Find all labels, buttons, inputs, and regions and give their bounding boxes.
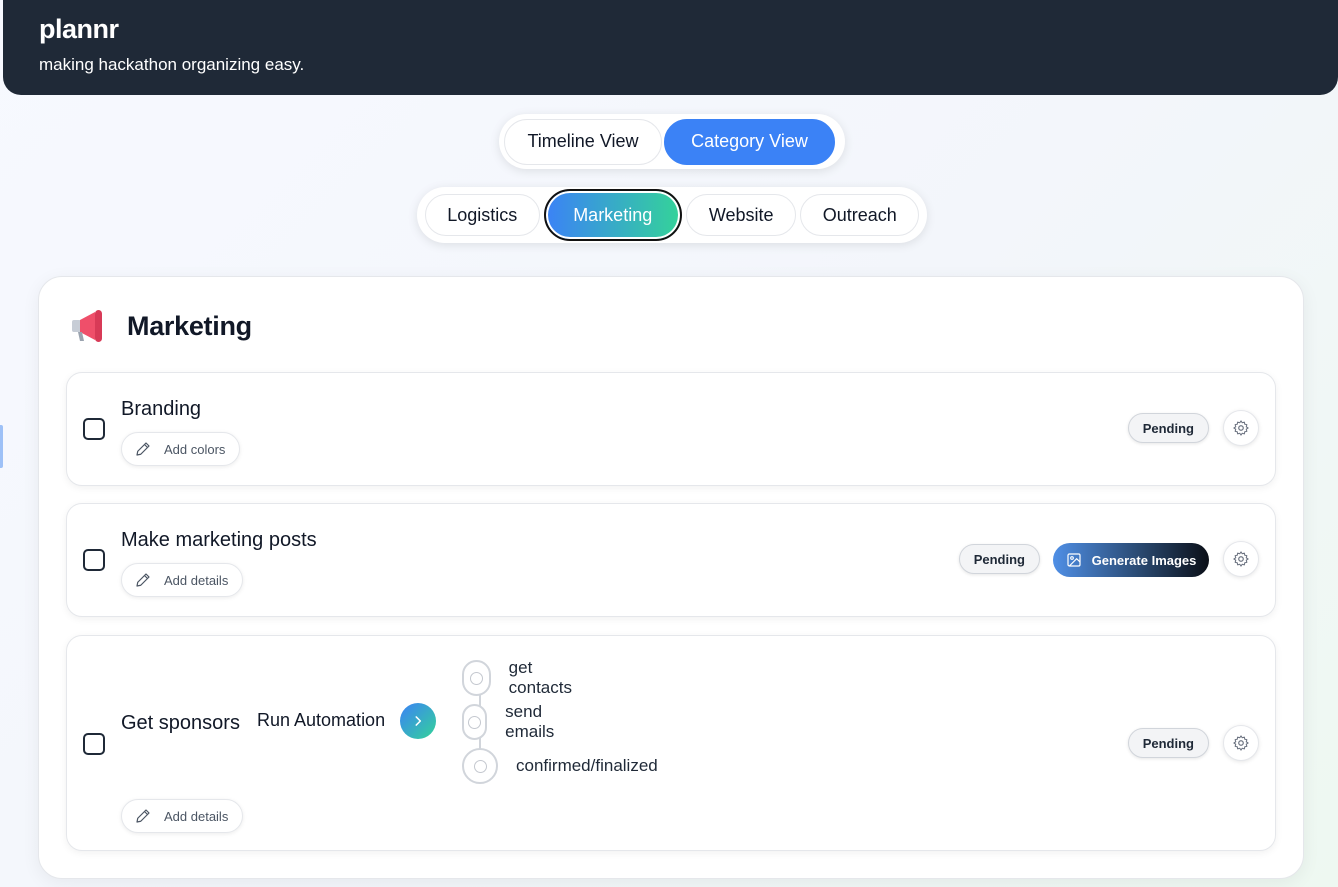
run-automation-label: Run Automation <box>257 710 386 730</box>
add-details-label: Add details <box>164 808 229 824</box>
step-status-icon[interactable] <box>462 704 488 740</box>
edge-accent <box>0 425 3 468</box>
task-title: Get sponsors <box>121 712 240 734</box>
task-title: Branding <box>121 398 202 420</box>
task-row: Make marketing posts Add details Pending… <box>66 503 1276 617</box>
add-colors-label: Add colors <box>164 441 226 457</box>
settings-button[interactable] <box>1223 725 1259 761</box>
section-header: Marketing <box>69 307 252 345</box>
app-header: plannr making hackathon organizing easy. <box>3 0 1338 95</box>
status-badge: Pending <box>1127 728 1209 758</box>
task-checkbox[interactable] <box>83 549 105 571</box>
tab-logistics[interactable]: Logistics <box>425 194 540 236</box>
status-badge: Pending <box>958 544 1040 574</box>
image-icon <box>1067 553 1081 567</box>
category-view-button[interactable]: Category View <box>664 118 835 165</box>
settings-button[interactable] <box>1223 410 1259 446</box>
task-row: Get sponsors Run Automation get contacts… <box>66 635 1276 851</box>
add-details-button[interactable]: Add details <box>121 799 244 833</box>
step-label: send emails <box>505 702 555 741</box>
gear-icon <box>1233 420 1249 436</box>
generate-images-label: Generate Images <box>1091 552 1197 568</box>
brand-logo: plannr <box>39 14 119 44</box>
view-toggle: Timeline View Category View <box>499 114 845 169</box>
pencil-icon <box>136 809 150 823</box>
pencil-icon <box>136 573 150 587</box>
category-tabs: Logistics Marketing Website Outreach <box>417 187 927 243</box>
tagline: making hackathon organizing easy. <box>39 55 305 74</box>
step-item: send emails <box>462 702 565 742</box>
task-row: Branding Add colors Pending <box>66 372 1276 486</box>
settings-button[interactable] <box>1223 541 1259 577</box>
step-item: confirmed/finalized <box>462 748 658 784</box>
step-label: confirmed/finalized <box>516 756 658 775</box>
category-card: Marketing Branding Add colors Pending Ma… <box>38 276 1304 879</box>
gear-icon <box>1233 551 1249 567</box>
task-checkbox[interactable] <box>83 418 105 440</box>
chevron-right-icon <box>415 716 422 726</box>
run-automation-button[interactable] <box>400 703 436 739</box>
step-label: get contacts <box>508 658 572 697</box>
step-status-icon[interactable] <box>462 660 491 696</box>
task-checkbox[interactable] <box>83 733 105 755</box>
add-details-button[interactable]: Add details <box>121 563 244 597</box>
pencil-icon <box>136 442 150 456</box>
timeline-view-button[interactable]: Timeline View <box>504 118 662 165</box>
task-title: Make marketing posts <box>121 529 317 551</box>
gear-icon <box>1233 735 1249 751</box>
megaphone-icon <box>69 307 109 345</box>
add-colors-button[interactable]: Add colors <box>121 432 241 466</box>
step-status-icon[interactable] <box>462 748 498 784</box>
tab-website[interactable]: Website <box>685 194 797 236</box>
tab-outreach[interactable]: Outreach <box>800 194 919 236</box>
add-details-label: Add details <box>164 572 229 588</box>
generate-images-button[interactable]: Generate Images <box>1053 543 1209 577</box>
tab-marketing[interactable]: Marketing <box>543 189 682 241</box>
section-title: Marketing <box>127 310 252 341</box>
step-item: get contacts <box>462 658 579 698</box>
status-badge: Pending <box>1127 413 1209 443</box>
